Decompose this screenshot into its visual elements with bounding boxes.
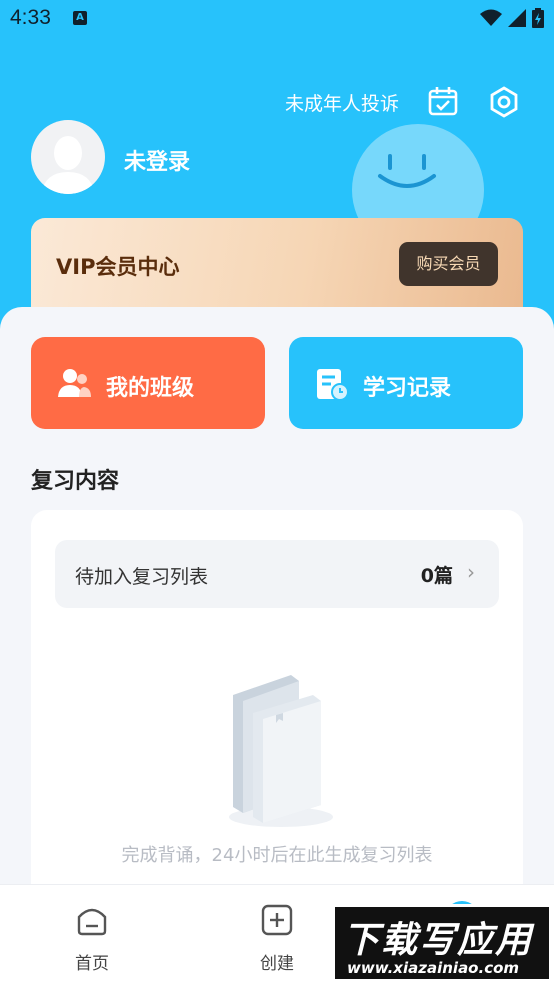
buy-vip-button[interactable]: 购买会员: [399, 242, 498, 286]
signal-icon: [508, 9, 526, 27]
avatar[interactable]: [31, 120, 105, 194]
tab-home[interactable]: 首页: [37, 885, 147, 984]
my-class-label: 我的班级: [106, 376, 195, 401]
tab-create[interactable]: 创建: [222, 885, 332, 984]
calendar-icon[interactable]: [428, 86, 458, 116]
plus-square-icon: [261, 904, 293, 936]
settings-icon[interactable]: [488, 86, 520, 118]
pending-count: 0篇: [420, 565, 453, 587]
record-clock-icon: [317, 369, 349, 401]
empty-books-illustration: [221, 665, 341, 835]
review-card: 待加入复习列表 0篇 › 完成背诵，24小时后在此生成复习列表: [31, 510, 523, 910]
watermark-logo: 下载写应用 www.xiazainiao.com: [332, 904, 552, 982]
tab-create-label: 创建: [260, 954, 294, 974]
pending-review-row[interactable]: 待加入复习列表 0篇 ›: [55, 540, 499, 608]
vip-title: VIP会员中心: [56, 255, 180, 279]
study-record-label: 学习记录: [363, 376, 452, 401]
wifi-icon: [480, 9, 502, 26]
minor-complaint-link[interactable]: 未成年人投诉: [285, 89, 399, 116]
status-time: 4:33: [10, 6, 51, 29]
my-class-button[interactable]: 我的班级: [31, 337, 265, 429]
pending-label: 待加入复习列表: [75, 566, 209, 588]
status-bar: 4:33 A: [0, 0, 554, 40]
tab-home-label: 首页: [75, 954, 109, 974]
watermark-en: www.xiazainiao.com: [347, 959, 520, 977]
login-status[interactable]: 未登录: [124, 144, 190, 176]
home-icon: [77, 908, 107, 936]
chevron-right-icon: ›: [467, 560, 475, 584]
watermark-cn: 下载写应用: [343, 920, 534, 961]
system-icons: [480, 8, 544, 28]
notification-icon: A: [73, 11, 87, 25]
review-section-title: 复习内容: [31, 469, 120, 494]
study-record-button[interactable]: 学习记录: [289, 337, 523, 429]
users-icon: [58, 369, 91, 397]
battery-icon: [532, 8, 544, 28]
empty-hint-text: 完成背诵，24小时后在此生成复习列表: [121, 845, 433, 866]
